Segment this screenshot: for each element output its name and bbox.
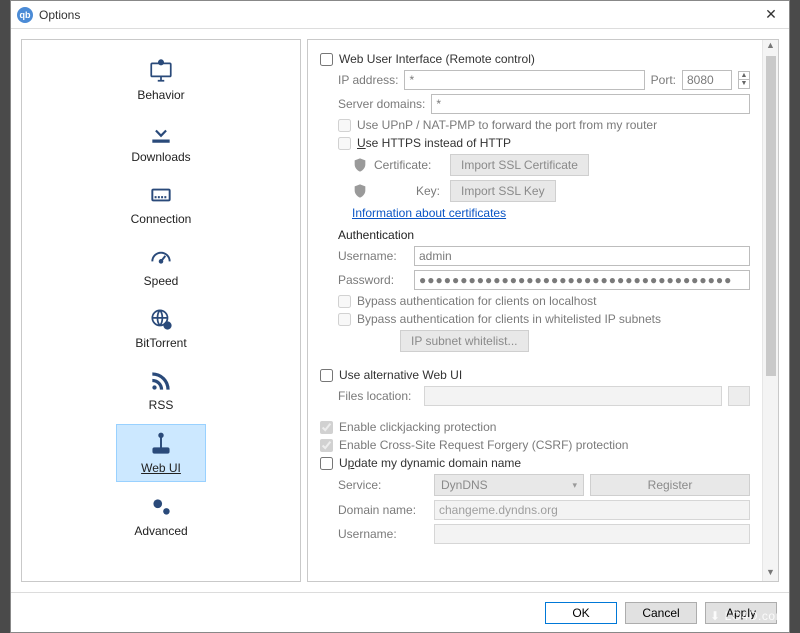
- sidebar-item-label: Behavior: [137, 88, 184, 102]
- sidebar-item-rss[interactable]: RSS: [116, 362, 206, 418]
- port-input[interactable]: [682, 70, 732, 90]
- panel-inner: Web User Interface (Remote control) IP a…: [308, 40, 762, 581]
- cancel-button[interactable]: Cancel: [625, 602, 697, 624]
- browse-folder-button[interactable]: [728, 386, 750, 406]
- download-icon: [148, 120, 174, 146]
- webui-enable-checkbox[interactable]: [320, 53, 333, 66]
- sidebar-item-label: Web UI: [141, 461, 181, 475]
- ip-label: IP address:: [338, 73, 398, 87]
- import-cert-button[interactable]: Import SSL Certificate: [450, 154, 589, 176]
- clickjacking-checkbox[interactable]: [320, 421, 333, 434]
- content-area: Behavior Downloads Connection Speed: [11, 29, 789, 592]
- monitor-gear-icon: [148, 58, 174, 84]
- settings-panel: Web User Interface (Remote control) IP a…: [307, 39, 779, 582]
- https-label: UUse HTTPS instead of HTTPse HTTPS inste…: [357, 136, 511, 150]
- bypass-localhost-label: Bypass authentication for clients on loc…: [357, 294, 596, 308]
- app-icon: qb: [17, 7, 33, 23]
- files-location-input[interactable]: [424, 386, 722, 406]
- domain-name-input[interactable]: [434, 500, 750, 520]
- upnp-label: Use UPnP / NAT-PMP to forward the port f…: [357, 118, 657, 132]
- sidebar-item-label: Advanced: [134, 524, 187, 538]
- server-domains-label: Server domains:: [338, 97, 425, 111]
- sidebar-item-label: Downloads: [131, 150, 190, 164]
- titlebar: qb Options ✕: [11, 1, 789, 29]
- port-label: Port:: [651, 73, 676, 87]
- sidebar-item-bittorrent[interactable]: BitTorrent: [116, 300, 206, 356]
- window-title: Options: [39, 8, 759, 22]
- csrf-label: Enable Cross-Site Request Forgery (CSRF)…: [339, 438, 628, 452]
- rss-icon: [148, 368, 174, 394]
- auth-heading: Authentication: [338, 228, 750, 242]
- service-label: Service:: [338, 478, 428, 492]
- files-location-label: Files location:: [338, 389, 418, 403]
- dyndns-username-input[interactable]: [434, 524, 750, 544]
- upnp-checkbox[interactable]: [338, 119, 351, 132]
- key-label: Key:: [374, 184, 444, 198]
- password-label: Password:: [338, 273, 408, 287]
- sidebar-item-downloads[interactable]: Downloads: [116, 114, 206, 170]
- cert-info-link[interactable]: Information about certificates: [352, 206, 506, 220]
- sidebar-item-label: RSS: [149, 398, 174, 412]
- domain-name-label: Domain name:: [338, 503, 428, 517]
- options-window: qb Options ✕ Behavior Downloads Co: [10, 0, 790, 633]
- ok-button[interactable]: OK: [545, 602, 617, 624]
- alt-webui-label: Use alternative Web UI: [339, 368, 462, 382]
- service-select[interactable]: DynDNS: [434, 474, 584, 496]
- scroll-up-icon[interactable]: ▲: [766, 40, 775, 54]
- sidebar-item-label: Connection: [131, 212, 192, 226]
- register-button[interactable]: Register: [590, 474, 750, 496]
- dialog-buttons: OK Cancel Apply: [11, 592, 789, 632]
- alt-webui-checkbox[interactable]: [320, 369, 333, 382]
- server-icon: [148, 431, 174, 457]
- shield-icon: [352, 157, 368, 173]
- webui-heading-row: Web User Interface (Remote control): [320, 52, 750, 66]
- ethernet-icon: [148, 182, 174, 208]
- csrf-checkbox[interactable]: [320, 439, 333, 452]
- port-spinner[interactable]: ▲▼: [738, 71, 750, 89]
- cert-label: Certificate:: [374, 158, 444, 172]
- https-checkbox[interactable]: [338, 137, 351, 150]
- sidebar-item-label: BitTorrent: [135, 336, 186, 350]
- scroll-down-icon[interactable]: ▼: [766, 567, 775, 581]
- cogs-icon: [148, 494, 174, 520]
- bypass-whitelist-checkbox[interactable]: [338, 313, 351, 326]
- bypass-whitelist-label: Bypass authentication for clients in whi…: [357, 312, 661, 326]
- ip-input[interactable]: [404, 70, 644, 90]
- scrollbar[interactable]: ▲ ▼: [762, 40, 778, 581]
- scroll-thumb[interactable]: [766, 56, 776, 376]
- sidebar-item-behavior[interactable]: Behavior: [116, 52, 206, 108]
- close-icon[interactable]: ✕: [759, 6, 783, 23]
- sidebar-item-connection[interactable]: Connection: [116, 176, 206, 232]
- import-key-button[interactable]: Import SSL Key: [450, 180, 556, 202]
- shield-icon: [352, 183, 368, 199]
- clickjacking-label: Enable clickjacking protection: [339, 420, 496, 434]
- sidebar-item-advanced[interactable]: Advanced: [116, 488, 206, 544]
- username-label: Username:: [338, 249, 408, 263]
- server-domains-input[interactable]: [431, 94, 750, 114]
- sidebar-item-webui[interactable]: Web UI: [116, 424, 206, 482]
- password-input[interactable]: [414, 270, 750, 290]
- dyndns-label: Update my dynamic domain nameUpdate my d…: [339, 456, 521, 470]
- webui-heading: Web User Interface (Remote control): [339, 52, 535, 66]
- ip-whitelist-button[interactable]: IP subnet whitelist...: [400, 330, 529, 352]
- globe-gear-icon: [148, 306, 174, 332]
- username-input[interactable]: [414, 246, 750, 266]
- dyndns-username-label: Username:: [338, 527, 428, 541]
- sidebar: Behavior Downloads Connection Speed: [21, 39, 301, 582]
- dyndns-checkbox[interactable]: [320, 457, 333, 470]
- sidebar-item-label: Speed: [144, 274, 179, 288]
- apply-button[interactable]: Apply: [705, 602, 777, 624]
- bypass-localhost-checkbox[interactable]: [338, 295, 351, 308]
- sidebar-item-speed[interactable]: Speed: [116, 238, 206, 294]
- gauge-icon: [148, 244, 174, 270]
